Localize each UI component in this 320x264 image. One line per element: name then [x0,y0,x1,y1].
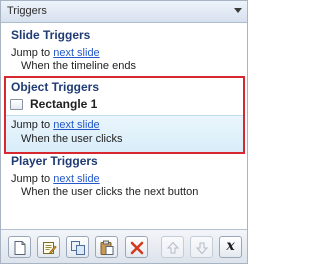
delete-trigger-button[interactable] [125,236,148,258]
copy-trigger-icon [71,241,85,255]
move-up-icon [166,241,180,254]
new-trigger-icon [14,241,26,255]
player-trigger-condition: When the user clicks the next button [21,186,199,198]
player-trigger-action-prefix: Jump to [11,173,51,185]
object-trigger-item-selected[interactable]: Jump to next slide When the user clicks [6,115,243,152]
variables-button[interactable]: x [219,236,242,258]
object-trigger-action-prefix: Jump to [11,119,51,131]
edit-trigger-button[interactable] [37,236,60,258]
move-down-button[interactable] [190,236,213,258]
copy-trigger-button[interactable] [66,236,89,258]
slide-trigger-action-prefix: Jump to [11,47,51,59]
move-up-button[interactable] [161,236,184,258]
object-triggers-header: Object Triggers [6,78,243,96]
triggers-panel: Triggers Slide Triggers Jump to next sli… [0,0,248,264]
object-row-rectangle-1[interactable]: Rectangle 1 [6,96,243,114]
object-trigger-target-link[interactable]: next slide [53,119,99,131]
move-down-icon [195,242,209,255]
panel-title: Triggers [7,5,47,17]
triggers-toolbar: x [1,229,247,263]
object-triggers-heading: Object Triggers [11,80,100,94]
slide-triggers-heading: Slide Triggers [11,28,91,42]
object-trigger-condition: When the user clicks [21,133,123,145]
edit-trigger-icon [43,242,57,255]
paste-trigger-icon [100,240,114,255]
object-name: Rectangle 1 [30,97,98,111]
new-trigger-button[interactable] [8,236,31,258]
object-shape-icon [10,99,23,110]
slide-trigger-action[interactable]: Jump to next slide [11,47,100,59]
player-triggers-heading: Player Triggers [11,154,98,168]
player-trigger-action[interactable]: Jump to next slide [11,173,100,185]
delete-trigger-icon [130,241,144,255]
panel-titlebar: Triggers [1,1,247,23]
slide-trigger-target-link[interactable]: next slide [53,47,99,59]
paste-trigger-button[interactable] [95,236,118,258]
player-trigger-target-link[interactable]: next slide [53,173,99,185]
object-triggers-group[interactable]: Object Triggers Rectangle 1 Jump to next… [4,76,245,154]
slide-trigger-condition: When the timeline ends [21,60,136,72]
variables-icon: x [226,238,235,254]
panel-menu-dropdown-icon[interactable] [234,8,242,13]
object-trigger-action: Jump to next slide [11,119,100,131]
